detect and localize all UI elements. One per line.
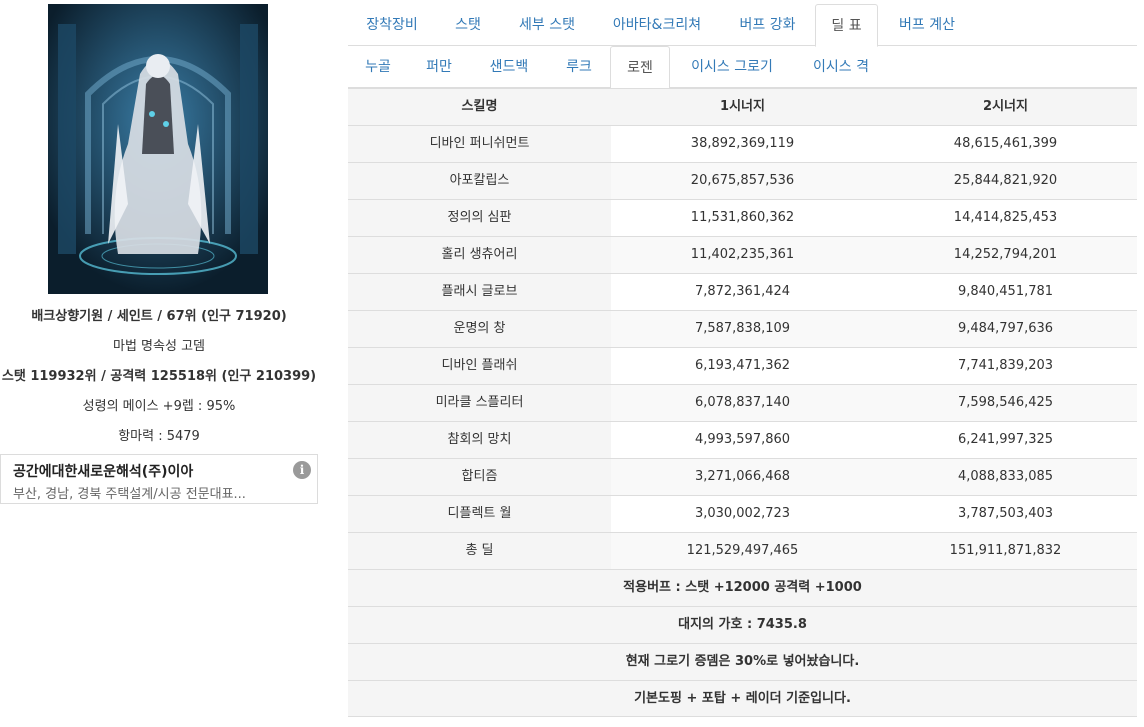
note-row: 적용버프 : 스탯 +12000 공격력 +1000: [348, 569, 1137, 606]
synergy-2-value: 25,844,821,920: [874, 163, 1137, 199]
total-label: 총 딜: [348, 533, 611, 569]
synergy-1-value: 20,675,857,536: [611, 163, 874, 199]
character-panel: 배크상향기원 / 세인트 / 67위 (인구 71920) 마법 명속성 고뎀 …: [0, 0, 322, 727]
synergy-2-value: 9,840,451,781: [874, 274, 1137, 310]
synergy-2-value: 48,615,461,399: [874, 126, 1137, 162]
table-row: 디바인 플래쉬 6,193,471,362 7,741,839,203: [348, 347, 1137, 384]
profile-rank-line: 배크상향기원 / 세인트 / 67위 (인구 71920): [31, 309, 287, 324]
table-row: 플래시 글로브 7,872,361,424 9,840,451,781: [348, 273, 1137, 310]
synergy-1-value: 3,271,066,468: [611, 459, 874, 495]
table-row: 디바인 퍼니쉬먼트 38,892,369,119 48,615,461,399: [348, 125, 1137, 162]
synergy-1-value: 7,587,838,109: [611, 311, 874, 347]
note-row: 대지의 가호 : 7435.8: [348, 606, 1137, 643]
info-icon[interactable]: i: [293, 461, 311, 479]
profile-weapon: 성령의 메이스 +9렙 : 95%: [82, 399, 236, 414]
synergy-2-value: 9,484,797,636: [874, 311, 1137, 347]
profile-stat-rank: 스탯 119932위 / 공격력 125518위 (인구 210399): [1, 369, 317, 384]
tab-rosen[interactable]: 로젠: [610, 46, 670, 89]
table-row: 합티즘 3,271,066,468 4,088,833,085: [348, 458, 1137, 495]
skill-name: 디플렉트 월: [348, 496, 611, 532]
synergy-2-value: 14,414,825,453: [874, 200, 1137, 236]
table-header-row: 스킬명 1시너지 2시너지: [348, 88, 1137, 125]
total-synergy-1: 121,529,497,465: [611, 533, 874, 569]
ad-title[interactable]: 공간에대한새로운해석(주)이아: [13, 461, 193, 481]
skill-name: 디바인 플래쉬: [348, 348, 611, 384]
note-row: 기본도핑 + 포탑 + 레이더 기준입니다.: [348, 680, 1137, 717]
synergy-1-value: 6,193,471,362: [611, 348, 874, 384]
ad-banner[interactable]: 공간에대한새로운해석(주)이아 부산, 경남, 경북 주택설계/시공 전문대표.…: [0, 454, 318, 504]
skill-name: 홀리 생츄어리: [348, 237, 611, 273]
table-row: 홀리 생츄어리 11,402,235,361 14,252,794,201: [348, 236, 1137, 273]
skill-name: 참회의 망치: [348, 422, 611, 458]
tab-detail-stats[interactable]: 세부 스탯: [500, 4, 594, 46]
synergy-1-value: 3,030,002,723: [611, 496, 874, 532]
tab-isis-gyeok[interactable]: 이시스 격: [794, 46, 888, 88]
table-row: 정의의 심판 11,531,860,362 14,414,825,453: [348, 199, 1137, 236]
note-row: 현재 그로기 증뎀은 30%로 넣어놨습니다.: [348, 643, 1137, 680]
table-row: 운명의 창 7,587,838,109 9,484,797,636: [348, 310, 1137, 347]
tab-avatar-creature[interactable]: 아바타&크리쳐: [594, 4, 720, 46]
note-applied-buff: 적용버프 : 스탯 +12000 공격력 +1000: [623, 580, 862, 595]
damage-table: 스킬명 1시너지 2시너지 디바인 퍼니쉬먼트 38,892,369,119 4…: [348, 88, 1137, 717]
synergy-2-value: 7,741,839,203: [874, 348, 1137, 384]
note-earth-blessing: 대지의 가호 : 7435.8: [678, 617, 807, 632]
tab-nugol[interactable]: 누골: [348, 46, 408, 88]
main-tab-bar: 장착장비 스탯 세부 스탯 아바타&크리쳐 버프 강화 딜 표 버프 계산: [348, 4, 1137, 47]
skill-name: 아포칼립스: [348, 163, 611, 199]
synergy-1-value: 6,078,837,140: [611, 385, 874, 421]
synergy-1-value: 4,993,597,860: [611, 422, 874, 458]
tab-isis-groggy[interactable]: 이시스 그로기: [670, 46, 794, 88]
synergy-2-value: 3,787,503,403: [874, 496, 1137, 532]
skill-name: 정의의 심판: [348, 200, 611, 236]
synergy-1-value: 11,402,235,361: [611, 237, 874, 273]
skill-name: 운명의 창: [348, 311, 611, 347]
tab-buff-calc[interactable]: 버프 계산: [878, 4, 976, 46]
profile-resist: 항마력 : 5479: [118, 429, 200, 444]
tab-sandbag[interactable]: 샌드백: [470, 46, 548, 88]
table-total-row: 총 딜 121,529,497,465 151,911,871,832: [348, 532, 1137, 569]
skill-name: 합티즘: [348, 459, 611, 495]
tab-buff-enhance[interactable]: 버프 강화: [720, 4, 815, 46]
tab-equipment[interactable]: 장착장비: [348, 4, 436, 46]
header-synergy-1: 1시너지: [611, 89, 874, 125]
tab-permanent[interactable]: 퍼만: [408, 46, 470, 88]
total-synergy-2: 151,911,871,832: [874, 533, 1137, 569]
synergy-2-value: 4,088,833,085: [874, 459, 1137, 495]
synergy-1-value: 38,892,369,119: [611, 126, 874, 162]
synergy-2-value: 14,252,794,201: [874, 237, 1137, 273]
synergy-2-value: 6,241,997,325: [874, 422, 1137, 458]
synergy-1-value: 11,531,860,362: [611, 200, 874, 236]
table-row: 아포칼립스 20,675,857,536 25,844,821,920: [348, 162, 1137, 199]
skill-name: 플래시 글로브: [348, 274, 611, 310]
note-basis: 기본도핑 + 포탑 + 레이더 기준입니다.: [634, 691, 851, 706]
skill-name: 디바인 퍼니쉬먼트: [348, 126, 611, 162]
header-skill-name: 스킬명: [348, 89, 611, 125]
synergy-2-value: 7,598,546,425: [874, 385, 1137, 421]
note-groggy: 현재 그로기 증뎀은 30%로 넣어놨습니다.: [625, 654, 860, 669]
ad-description[interactable]: 부산, 경남, 경북 주택설계/시공 전문대표...: [13, 483, 246, 502]
table-row: 디플렉트 월 3,030,002,723 3,787,503,403: [348, 495, 1137, 532]
profile-damage-type: 마법 명속성 고뎀: [113, 339, 205, 354]
tab-luke[interactable]: 루크: [548, 46, 610, 88]
skill-name: 미라클 스플리터: [348, 385, 611, 421]
sub-tab-bar: 누골 퍼만 샌드백 루크 로젠 이시스 그로기 이시스 격: [348, 46, 1137, 89]
synergy-1-value: 7,872,361,424: [611, 274, 874, 310]
tab-damage-table[interactable]: 딜 표: [815, 4, 878, 47]
character-portrait: [48, 4, 268, 294]
table-row: 참회의 망치 4,993,597,860 6,241,997,325: [348, 421, 1137, 458]
header-synergy-2: 2시너지: [874, 89, 1137, 125]
tab-stats[interactable]: 스탯: [436, 4, 500, 46]
table-row: 미라클 스플리터 6,078,837,140 7,598,546,425: [348, 384, 1137, 421]
